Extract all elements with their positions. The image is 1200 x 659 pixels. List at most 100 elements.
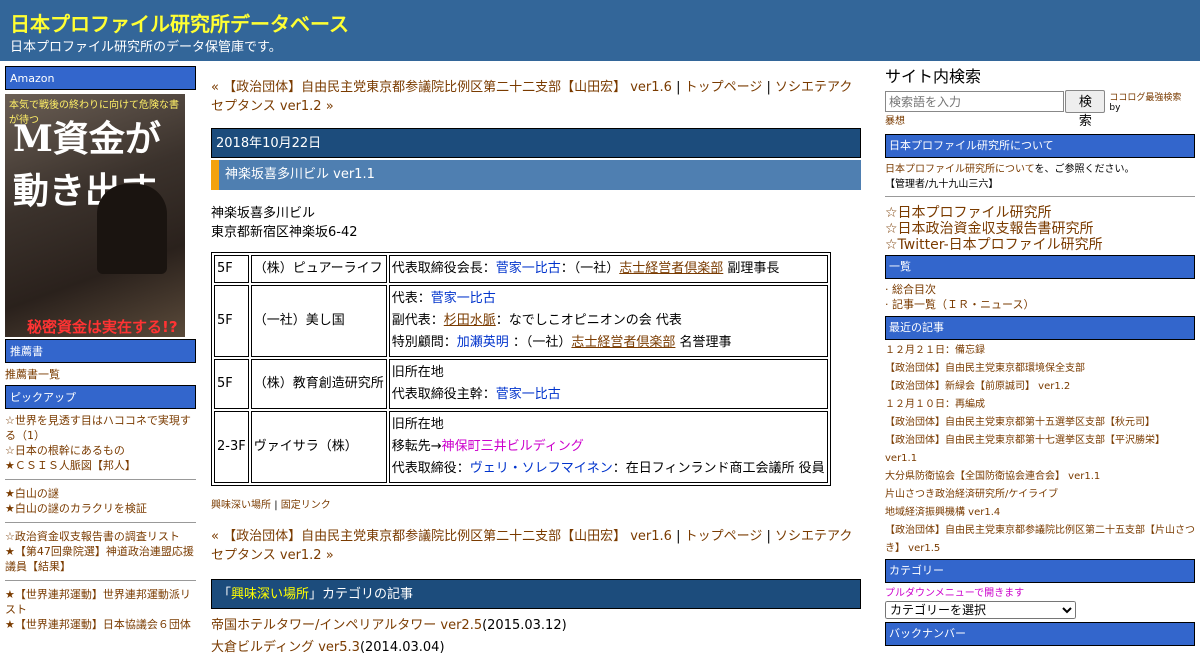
recommend-list-link[interactable]: 推薦書一覧 xyxy=(5,367,196,382)
category-heading: カテゴリー xyxy=(885,559,1195,583)
detail-text: 代表取締役会長： xyxy=(391,261,496,276)
tenant-detail-line: 移転先→神保町三井ビルディング xyxy=(392,436,825,458)
recent-article-link[interactable]: 大分県防衛協会【全国防衛協会連合会】 ver1.1 xyxy=(885,468,1195,486)
pickup-link[interactable]: ★【第47回衆院選】神道政治連盟応援議員【結果】 xyxy=(5,544,196,574)
top-page-link[interactable]: トップページ xyxy=(685,529,763,544)
book-bottom-caption: 秘密資金は実在する!? xyxy=(27,318,178,336)
person-or-org-link[interactable]: 神保町三井ビルディング xyxy=(442,439,584,454)
funding-report-institute-link[interactable]: ☆日本政治資金収支報告書研究所 xyxy=(885,221,1195,237)
recent-article-link[interactable]: 片山さつき政治経済研究所/ケイライブ xyxy=(885,486,1195,504)
recent-article-link[interactable]: １２月１０日：再編成 xyxy=(885,396,1195,414)
recent-article-link[interactable]: 【政治団体】自由民主党東京都第十五選挙区支部【秋元司】 xyxy=(885,414,1195,432)
recent-article-link[interactable]: １２月２１日：備忘録 xyxy=(885,342,1195,360)
tenant-detail-line: 旧所在地 xyxy=(392,362,825,384)
list-item: · 記事一覧（ＩＲ・ニュース） xyxy=(885,298,1035,311)
tenant-detail-line: 代表：菅家一比古 xyxy=(392,288,825,310)
about-link[interactable]: 日本プロファイル研究所について xyxy=(885,164,1035,175)
person-or-org-link[interactable]: 志士経営者倶楽部 xyxy=(619,261,723,276)
book-figure-graphic xyxy=(97,184,167,274)
search-credit-author[interactable]: 暴想 xyxy=(885,113,1195,131)
detail-text: 副理事長 xyxy=(723,261,780,276)
twitter-link[interactable]: ☆Twitter-日本プロファイル研究所 xyxy=(885,237,1195,253)
site-title[interactable]: 日本プロファイル研究所データベース xyxy=(10,8,349,37)
tenant-detail-line: 旧所在地 xyxy=(392,414,825,436)
nav-separator: | xyxy=(762,529,775,544)
person-or-org-link[interactable]: 杉田水脈 xyxy=(444,313,496,328)
recent-article-link[interactable]: 【政治団体】自由民主党東京都参議院比例区第二十五支部【片山さつき】 ver1.5 xyxy=(885,522,1195,558)
detail-text: 副代表： xyxy=(391,313,444,328)
category-article-link[interactable]: 帝国ホテルタワー/インペリアルタワー ver2.5 xyxy=(211,618,482,633)
permalink-link[interactable]: 固定リンク xyxy=(281,500,331,511)
divider xyxy=(5,522,196,523)
detail-text: ：（一社） xyxy=(560,261,620,276)
article-list-link[interactable]: 記事一覧（ＩＲ・ニュース） xyxy=(892,298,1034,311)
search-title: サイト内検索 xyxy=(885,67,982,86)
category-article-link[interactable]: 大倉ビルディング ver5.3 xyxy=(211,640,360,655)
pickup-link[interactable]: ★【世界連邦運動】世界連邦運動派リスト xyxy=(5,587,196,617)
search-credit-by: by xyxy=(1109,103,1121,113)
profile-institute-link[interactable]: ☆日本プロファイル研究所 xyxy=(885,205,1195,221)
tenant-row: 2-3F ヴァイサラ（株） 旧所在地 移転先→神保町三井ビルディング 代表取締役：ヴェリ… xyxy=(214,411,828,483)
pickup-heading: ピックアップ xyxy=(5,385,196,409)
tenant-table: 5F （株）ピュアーライフ 代表取締役会長：菅家一比古：（一社）志士経営者倶楽部 副… xyxy=(211,252,831,486)
recent-article-link[interactable]: 【政治団体】自由民主党東京都環境保全支部 xyxy=(885,360,1195,378)
backnumber-heading: バックナンバー xyxy=(885,622,1195,646)
pickup-link[interactable]: ☆政治資金収支報告書の調査リスト xyxy=(5,529,196,544)
prev-entry-link[interactable]: « 【政治団体】自由民主党東京都参議院比例区第二十二支部【山田宏】 ver1.6 xyxy=(211,529,672,544)
tenant-detail-line: 代表取締役：ヴェリ・ソレフマイネン：在日フィンランド商工会議所 役員 xyxy=(392,458,825,480)
tenant-detail-line: 副代表：杉田水脈：なでしこオピニオンの会 代表 xyxy=(392,310,825,332)
contents-link[interactable]: 総合目次 xyxy=(892,283,936,296)
tenant-row: 5F （株）ピュアーライフ 代表取締役会長：菅家一比古：（一社）志士経営者倶楽部 副… xyxy=(214,255,828,283)
book-cover-image[interactable]: 本気で戦後の終わりに向けて危険な書が待つ M資金が動き出す 秘密資金は実在する!… xyxy=(5,94,185,337)
tenant-row: 5F （一社）美し国 代表：菅家一比古 副代表：杉田水脈：なでしこオピニオンの会 代表… xyxy=(214,285,828,357)
tenant-details: 代表取締役会長：菅家一比古：（一社）志士経営者倶楽部 副理事長 xyxy=(388,255,828,283)
main-content: « 【政治団体】自由民主党東京都参議院比例区第二十二支部【山田宏】 ver1.6… xyxy=(211,78,861,659)
person-or-org-link[interactable]: ヴェリ・ソレフマイネン xyxy=(470,461,613,476)
recent-article-link[interactable]: 地域経済振興機構 ver1.4 xyxy=(885,504,1195,522)
search-credit-link[interactable]: ココログ最強検索 xyxy=(1109,93,1181,103)
pickup-link[interactable]: ★白山の謎 xyxy=(5,486,196,501)
person-or-org-link[interactable]: 菅家一比古 xyxy=(496,261,561,276)
pickup-link[interactable]: ★白山の謎のカラクリを検証 xyxy=(5,501,196,516)
person-or-org-link[interactable]: 加瀬英明 xyxy=(457,335,509,350)
recent-article-link[interactable]: 【政治団体】自由民主党東京都第十七選挙区支部【平沢勝栄】 ver1.1 xyxy=(885,432,1195,468)
site-header: 日本プロファイル研究所データベース 日本プロファイル研究所のデータ保管庫です。 xyxy=(0,0,1200,61)
detail-text: 特別顧問： xyxy=(391,335,457,350)
category-articles-heading: 「興味深い場所」カテゴリの記事 xyxy=(211,579,861,609)
detail-text: ：なでしこオピニオンの会 代表 xyxy=(495,313,682,328)
prev-entry-link[interactable]: « 【政治団体】自由民主党東京都参議院比例区第二十二支部【山田宏】 ver1.6 xyxy=(211,80,672,95)
detail-text: 代表取締役主幹： xyxy=(391,387,496,402)
search-input[interactable] xyxy=(885,91,1065,112)
entry-navigation-top: « 【政治団体】自由民主党東京都参議院比例区第二十二支部【山田宏】 ver1.6… xyxy=(211,78,861,116)
building-name: 神楽坂喜多川ビル xyxy=(211,206,316,221)
category-bar-link[interactable]: 興味深い場所 xyxy=(231,587,309,602)
tenant-row: 5F （株）教育創造研究所 旧所在地代表取締役主幹：菅家一比古 xyxy=(214,359,828,409)
detail-text: 名誉理事 xyxy=(675,335,732,350)
nav-separator: | xyxy=(671,529,685,544)
entry-title: 神楽坂喜多川ビル ver1.1 xyxy=(211,160,861,190)
tenant-name: ヴァイサラ（株） xyxy=(250,411,387,483)
tenant-details: 旧所在地 移転先→神保町三井ビルディング 代表取締役：ヴェリ・ソレフマイネン：在日フ… xyxy=(388,411,828,483)
tenant-floor: 5F xyxy=(214,359,249,409)
divider xyxy=(5,580,196,581)
pickup-link[interactable]: ★ＣＳＩＳ人脈図【邦人】 xyxy=(5,458,196,473)
search-button[interactable]: 検索 xyxy=(1065,90,1106,129)
pickup-link[interactable]: ☆世界を見透す目はハココネで実現する（1） xyxy=(5,413,196,443)
recent-article-link[interactable]: 【政治団体】新緑会【前原誠司】 ver1.2 xyxy=(885,378,1195,396)
top-page-link[interactable]: トップページ xyxy=(685,80,763,95)
tenant-details: 代表：菅家一比古 副代表：杉田水脈：なでしこオピニオンの会 代表 特別顧問：加瀬英明… xyxy=(388,285,828,357)
tenant-name: （株）ピュアーライフ xyxy=(250,255,387,283)
tenant-detail-line: 特別顧問：加瀬英明 ：（一社）志士経営者倶楽部 名誉理事 xyxy=(392,332,825,354)
person-or-org-link[interactable]: 菅家一比古 xyxy=(431,291,496,306)
pickup-link[interactable]: ☆日本の根幹にあるもの xyxy=(5,443,196,458)
person-or-org-link[interactable]: 菅家一比古 xyxy=(496,387,561,402)
person-or-org-link[interactable]: 志士経営者倶楽部 xyxy=(571,335,675,350)
tenant-name: （株）教育創造研究所 xyxy=(250,359,387,409)
category-bar-suffix: 」カテゴリの記事 xyxy=(309,587,414,602)
category-select[interactable]: カテゴリーを選択 xyxy=(885,601,1076,619)
entry-category-link[interactable]: 興味深い場所 xyxy=(211,500,271,511)
nav-separator: | xyxy=(762,80,775,95)
recommend-heading: 推薦書 xyxy=(5,339,196,363)
search-form: 検索 ココログ最強検索 by xyxy=(885,90,1195,129)
detail-text: 代表： xyxy=(391,291,431,306)
